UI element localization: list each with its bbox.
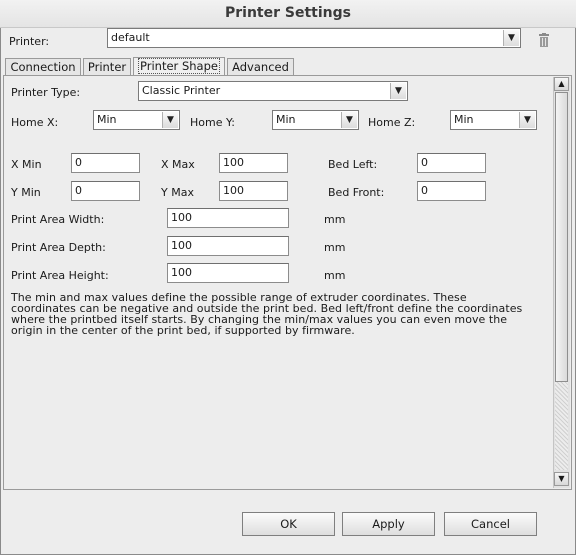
x-max-label: X Max <box>161 158 195 171</box>
x-max-input[interactable]: 100 <box>219 153 288 173</box>
home-z-select[interactable]: Min ▼ <box>450 110 537 130</box>
print-area-height-label: Print Area Height: <box>11 269 109 282</box>
tab-printer-shape[interactable]: Printer Shape <box>133 57 225 76</box>
home-x-value: Min <box>97 113 117 126</box>
home-y-select[interactable]: Min ▼ <box>272 110 359 130</box>
printer-label: Printer: <box>9 35 50 48</box>
printer-type-select[interactable]: Classic Printer ▼ <box>138 81 408 101</box>
printer-type-label: Printer Type: <box>11 86 81 99</box>
window-title: Printer Settings <box>0 0 576 28</box>
home-x-label: Home X: <box>11 116 59 129</box>
tab-connection[interactable]: Connection <box>5 58 81 75</box>
cancel-button[interactable]: Cancel <box>444 512 537 536</box>
x-min-input[interactable]: 0 <box>71 153 140 173</box>
chevron-down-icon[interactable]: ▼ <box>390 83 406 99</box>
home-y-value: Min <box>276 113 296 126</box>
shape-description: The min and max values define the possib… <box>11 292 551 336</box>
y-max-label: Y Max <box>161 186 194 199</box>
printer-type-value: Classic Printer <box>142 84 221 97</box>
home-z-label: Home Z: <box>368 116 416 129</box>
print-area-depth-input[interactable]: 100 <box>167 236 289 256</box>
print-area-height-unit: mm <box>324 269 346 282</box>
home-z-value: Min <box>454 113 474 126</box>
x-min-label: X Min <box>11 158 42 171</box>
bed-front-label: Bed Front: <box>328 186 385 199</box>
print-area-width-label: Print Area Width: <box>11 213 105 226</box>
scroll-track[interactable] <box>555 382 568 470</box>
print-area-width-unit: mm <box>324 213 346 226</box>
print-area-width-input[interactable]: 100 <box>167 208 289 228</box>
bed-left-input[interactable]: 0 <box>417 153 486 173</box>
printer-select-value: default <box>111 31 150 44</box>
home-y-label: Home Y: <box>190 116 235 129</box>
apply-button[interactable]: Apply <box>342 512 435 536</box>
scroll-thumb[interactable] <box>555 92 568 382</box>
bed-front-input[interactable]: 0 <box>417 181 486 201</box>
bed-left-label: Bed Left: <box>328 158 378 171</box>
y-min-label: Y Min <box>11 186 41 199</box>
ok-button[interactable]: OK <box>242 512 335 536</box>
chevron-down-icon[interactable]: ▼ <box>162 112 178 128</box>
trash-icon[interactable] <box>538 33 550 47</box>
vertical-scrollbar[interactable]: ▲ ▼ <box>553 77 570 488</box>
print-area-height-input[interactable]: 100 <box>167 263 289 283</box>
scroll-down-arrow-icon[interactable]: ▼ <box>554 472 569 486</box>
print-area-depth-label: Print Area Depth: <box>11 241 106 254</box>
home-x-select[interactable]: Min ▼ <box>93 110 180 130</box>
scroll-up-arrow-icon[interactable]: ▲ <box>554 77 569 91</box>
tab-advanced[interactable]: Advanced <box>227 58 294 75</box>
description-line: origin in the center of the print bed, i… <box>11 324 355 337</box>
y-min-input[interactable]: 0 <box>71 181 140 201</box>
printer-select[interactable]: default ▼ <box>107 28 521 48</box>
tab-printer[interactable]: Printer <box>83 58 131 75</box>
y-max-input[interactable]: 100 <box>219 181 288 201</box>
chevron-down-icon[interactable]: ▼ <box>519 112 535 128</box>
chevron-down-icon[interactable]: ▼ <box>341 112 357 128</box>
chevron-down-icon[interactable]: ▼ <box>503 30 519 46</box>
print-area-depth-unit: mm <box>324 241 346 254</box>
